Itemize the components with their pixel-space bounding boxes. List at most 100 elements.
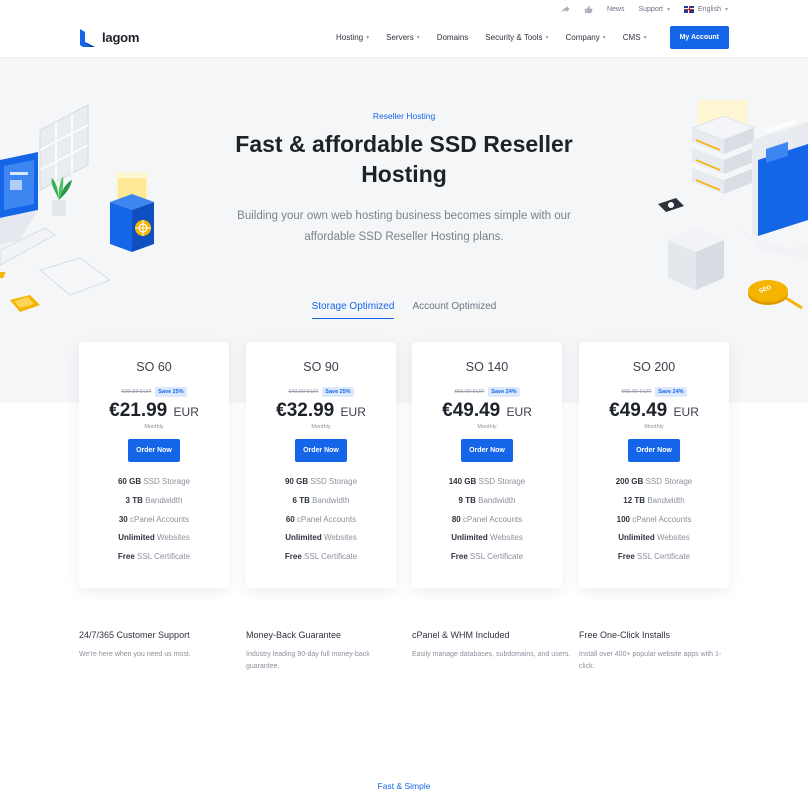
hero-title: Fast & affordable SSD Reseller Hosting (235, 131, 573, 187)
nav-security[interactable]: Security & Tools ▾ (485, 33, 548, 42)
feature-accounts: 60 cPanel Accounts (285, 514, 357, 524)
language-label: English (698, 5, 721, 13)
feature-accounts: 100 cPanel Accounts (616, 514, 692, 524)
feature-ssl: Free SSL Certificate (617, 552, 691, 562)
plan-features: 60 GB SSD Storage 3 TB Bandwidth 30 cPan… (79, 473, 229, 567)
utility-bar: News Support ▾ English ▾ (0, 0, 808, 18)
price-amount: €32.99 (276, 400, 335, 421)
nav-cms[interactable]: CMS ▾ (623, 33, 647, 42)
order-now-button[interactable]: Order Now (295, 439, 347, 462)
logo[interactable]: lagom (79, 28, 139, 48)
order-now-button[interactable]: Order Now (461, 439, 513, 462)
price-amount: €21.99 (109, 400, 168, 421)
pricing-card: SO 140 €65.00 EUR Save 24% €49.49 EUR Mo… (412, 342, 562, 588)
my-account-button[interactable]: My Account (669, 26, 729, 49)
plan-promo: €65.00 EUR Save 24% (579, 387, 729, 397)
plan-type-tabs: Storage Optimized Account Optimized (0, 301, 808, 319)
price-amount: €49.49 (442, 400, 501, 421)
nav-hosting-label: Hosting (335, 33, 364, 42)
support-menu[interactable]: Support ▾ (638, 6, 670, 13)
feature-websites: Unlimited Websites (118, 533, 190, 543)
price-currency: EUR (173, 405, 199, 419)
nav-cms-label: CMS (622, 33, 641, 42)
feature-bandwidth: 6 TB Bandwidth (292, 495, 350, 505)
right-isometric-illustration (658, 100, 808, 310)
chevron-down-icon: ▾ (366, 35, 370, 41)
news-link[interactable]: News (607, 6, 625, 13)
plan-name: SO 90 (303, 360, 339, 374)
feature-storage: 140 GB SSD Storage (448, 477, 526, 486)
language-selector[interactable]: English ▾ (684, 5, 728, 13)
price-currency: EUR (340, 405, 366, 419)
nav-company[interactable]: Company ▾ (566, 33, 606, 42)
order-now-button[interactable]: Order Now (628, 439, 680, 462)
feature-title: Money-Back Guarantee (246, 630, 342, 640)
feature-websites: Unlimited Websites (618, 533, 690, 543)
feature-bandwidth: 9 TB Bandwidth (458, 495, 516, 505)
feature-title: Free One-Click Installs (579, 630, 671, 640)
share-button[interactable] (561, 5, 570, 14)
feature-description: Industry leading 90-day full money-back … (246, 651, 370, 670)
billing-period: Monthly (311, 424, 331, 430)
pricing-card: SO 200 €65.00 EUR Save 24% €49.49 EUR Mo… (579, 342, 729, 588)
feature-bandwidth: 12 TB Bandwidth (623, 495, 685, 505)
chevron-down-icon: ▾ (724, 6, 728, 13)
feature-description: Easily manage databases, subdomains, and… (412, 651, 571, 658)
feature-accounts: 80 cPanel Accounts (451, 514, 523, 524)
feature-description: Install over 400+ popular website apps w… (579, 651, 722, 670)
share-icon (561, 5, 570, 12)
feature-storage: 60 GB SSD Storage (117, 477, 191, 486)
logo-text: lagom (102, 30, 140, 45)
old-price: €43.99 EUR (288, 389, 319, 395)
feature-title: 24/7/365 Customer Support (79, 630, 190, 640)
plan-features: 90 GB SSD Storage 6 TB Bandwidth 60 cPan… (246, 473, 396, 567)
plan-price: €21.99 EUR (79, 400, 229, 422)
nav-servers-label: Servers (386, 33, 414, 42)
plan-price: €49.49 EUR (579, 400, 729, 422)
feature-title: cPanel & WHM Included (412, 630, 510, 640)
billing-period: Monthly (644, 424, 664, 430)
support-label: Support (638, 5, 663, 13)
feature-websites: Unlimited Websites (285, 533, 357, 543)
tab-account-optimized[interactable]: Account Optimized (412, 301, 496, 319)
nav-security-label: Security & Tools (485, 33, 543, 42)
main-header: lagom Hosting ▾ Servers ▾ Domains Security… (0, 18, 808, 58)
order-now-button[interactable]: Order Now (128, 439, 180, 462)
hero-eyebrow: Reseller Hosting (372, 111, 436, 121)
save-badge: Save 24% (655, 387, 687, 397)
price-currency: EUR (506, 405, 532, 419)
left-isometric-illustration (0, 104, 112, 312)
billing-period: Monthly (477, 424, 497, 430)
feature-installs: Free One-Click Installs Install over 400… (579, 630, 734, 673)
like-button[interactable] (584, 5, 593, 14)
plan-price: €32.99 EUR (246, 400, 396, 422)
pricing-card: SO 90 €43.99 EUR Save 25% €32.99 EUR Mon… (246, 342, 396, 588)
chevron-down-icon: ▾ (545, 35, 549, 41)
plan-promo: €65.00 EUR Save 24% (412, 387, 562, 397)
section-eyebrow: Fast & Simple (377, 781, 431, 791)
lagom-logo-icon (80, 28, 95, 47)
chevron-down-icon: ▾ (416, 35, 420, 41)
hero-subtitle: Building your own web hosting business b… (237, 210, 571, 243)
feature-ssl: Free SSL Certificate (284, 552, 358, 562)
plan-promo: €29.33 EUR Save 25% (79, 387, 229, 397)
feature-accounts: 30 cPanel Accounts (118, 514, 190, 524)
plan-name: SO 140 (465, 360, 509, 374)
plan-name: SO 60 (136, 360, 172, 374)
chevron-down-icon: ▾ (602, 35, 606, 41)
nav-hosting[interactable]: Hosting ▾ (336, 33, 369, 42)
feature-support: 24/7/365 Customer Support We're here whe… (79, 630, 239, 661)
feature-cpanel: cPanel & WHM Included Easily manage data… (412, 630, 572, 661)
uk-flag-icon (684, 5, 695, 13)
chevron-down-icon: ▾ (643, 35, 647, 41)
feature-ssl: Free SSL Certificate (450, 552, 524, 562)
tab-storage-optimized[interactable]: Storage Optimized (311, 301, 395, 319)
nav-domains[interactable]: Domains (437, 33, 469, 42)
old-price: €65.00 EUR (454, 389, 485, 395)
pricing-card: SO 60 €29.33 EUR Save 25% €21.99 EUR Mon… (79, 342, 229, 588)
main-nav: Hosting ▾ Servers ▾ Domains Security & Too… (336, 26, 729, 49)
feature-description: We're here when you need us most. (79, 651, 191, 658)
nav-servers[interactable]: Servers ▾ (386, 33, 420, 42)
billing-period: Monthly (144, 424, 164, 430)
feature-storage: 90 GB SSD Storage (284, 477, 358, 486)
